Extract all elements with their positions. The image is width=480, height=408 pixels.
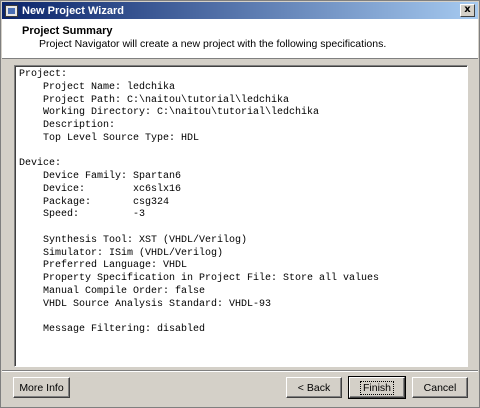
more-info-button[interactable]: More Info [13, 377, 70, 398]
summary-line: Simulator: ISim (VHDL/Verilog) [19, 247, 224, 259]
summary-line [19, 146, 463, 159]
summary-line: VHDL Source Analysis Standard: VHDL-93 [19, 298, 272, 310]
back-label: < Back [297, 381, 331, 394]
summary-line: Speed: -3 [19, 209, 146, 221]
summary-line: Synthesis Tool: XST (VHDL/Verilog) [19, 234, 248, 246]
summary-line: Device Family: Spartan6 [19, 171, 182, 182]
new-project-wizard-window: New Project Wizard x Project Summary Pro… [0, 0, 480, 408]
project-summary-textbox[interactable]: Project: Project Name: ledchika Project … [14, 65, 468, 367]
summary-line: Description: [19, 120, 116, 131]
summary-line: Project Path: C:\naitou\tutorial\ledchik… [19, 94, 290, 106]
cancel-label: Cancel [423, 381, 457, 394]
wizard-header: Project Summary Project Navigator will c… [2, 19, 478, 59]
summary-line: Package: csg324 [19, 196, 170, 208]
summary-line: Project: [19, 69, 68, 80]
page-subtitle: Project Navigator will create a new proj… [39, 38, 387, 50]
summary-line: Preferred Language: VHDL [19, 260, 188, 272]
summary-line: Device: [19, 158, 62, 170]
summary-line: Message Filtering: disabled [19, 324, 206, 335]
summary-line: Working Directory: C:\naitou\tutorial\le… [19, 107, 320, 119]
summary-line: Manual Compile Order: false [19, 285, 206, 297]
title-bar[interactable]: New Project Wizard x [2, 2, 478, 19]
window-title: New Project Wizard [22, 4, 124, 17]
summary-line: Property Specification in Project File: … [19, 273, 380, 284]
finish-button[interactable]: Finish [349, 377, 405, 398]
app-icon [5, 4, 18, 17]
button-separator [2, 370, 478, 372]
finish-label: Finish [359, 380, 394, 395]
summary-line [19, 222, 463, 235]
more-info-label: More Info [19, 381, 64, 394]
page-title: Project Summary [22, 25, 113, 37]
cancel-button[interactable]: Cancel [412, 377, 468, 398]
summary-text: Project: Project Name: ledchika Project … [19, 69, 463, 366]
back-button[interactable]: < Back [286, 377, 342, 398]
close-button[interactable]: x [460, 4, 475, 17]
summary-line [19, 311, 463, 324]
summary-line: Device: xc6slx16 [19, 183, 182, 195]
summary-line: Project Name: ledchika [19, 81, 176, 93]
summary-line: Top Level Source Type: HDL [19, 132, 200, 144]
